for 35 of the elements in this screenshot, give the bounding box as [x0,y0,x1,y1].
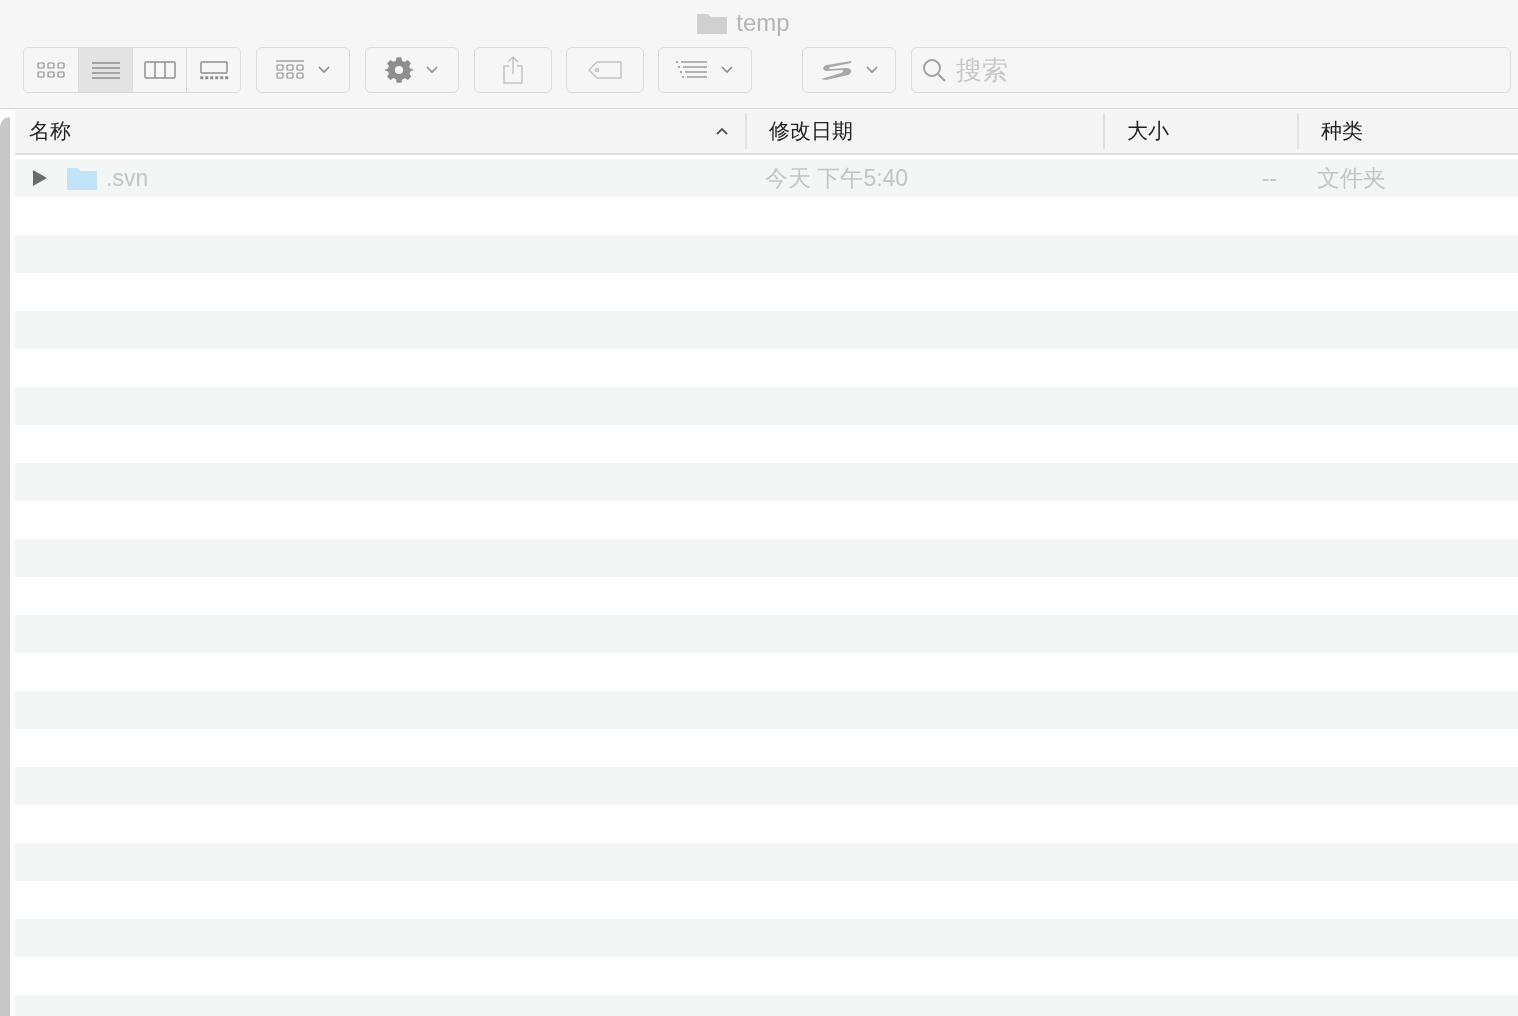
column-header-label: 大小 [1127,118,1169,145]
column-header-label: 种类 [1321,118,1363,145]
view-mode-button[interactable] [78,48,132,92]
list-icon [90,60,121,80]
search-icon [921,57,947,83]
folder-icon [66,165,98,191]
chevron-down-icon [865,65,879,75]
window-title: temp [736,8,790,38]
gallery-icon [198,60,229,80]
columns-icon [143,60,176,80]
grid-icon [275,59,305,81]
group-by-button[interactable] [256,47,350,93]
column-header-label: 修改日期 [769,118,853,145]
share-icon [501,55,525,85]
column-header[interactable]: 修改日期 [745,113,1103,149]
column-header[interactable]: 种类 [1297,113,1518,149]
share-button[interactable] [474,47,552,93]
chevron-down-icon [720,65,734,75]
column-header[interactable]: 大小 [1103,113,1297,149]
disclosure-triangle-icon[interactable] [32,169,48,187]
sync-button[interactable] [802,47,896,93]
gear-icon [385,56,413,84]
action-button[interactable] [365,47,459,93]
icon-grid-icon [36,60,66,80]
tag-icon [587,60,623,80]
file-size: -- [1260,163,1278,193]
chevron-down-icon [425,65,439,75]
column-header-label: 名称 [29,118,71,145]
chevron-down-icon [317,65,331,75]
list-icon [676,60,708,80]
sort-button[interactable] [658,47,752,93]
view-mode-button[interactable] [186,48,240,92]
column-header[interactable]: 名称 [15,113,745,149]
tag-button[interactable] [566,47,644,93]
folder-icon [696,11,729,35]
